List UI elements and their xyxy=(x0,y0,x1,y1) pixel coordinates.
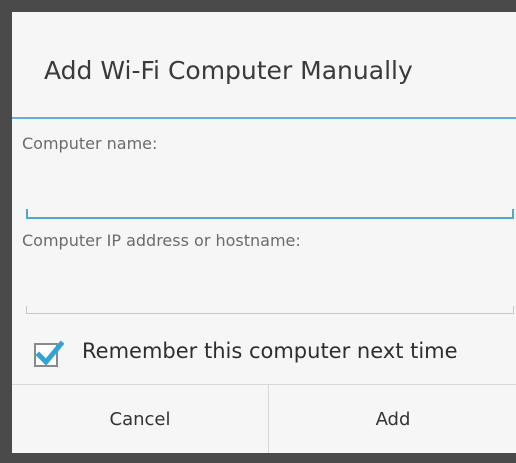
remember-label[interactable]: Remember this computer next time xyxy=(82,339,458,363)
button-separator xyxy=(268,385,269,453)
computer-ip-label: Computer IP address or hostname: xyxy=(22,231,301,250)
checkmark-icon xyxy=(35,340,64,366)
cancel-button[interactable]: Cancel xyxy=(12,385,268,453)
dialog-title: Add Wi-Fi Computer Manually xyxy=(44,56,413,85)
computer-name-label: Computer name: xyxy=(22,134,158,153)
computer-name-input[interactable] xyxy=(26,172,514,210)
add-wifi-computer-dialog: Add Wi-Fi Computer Manually Computer nam… xyxy=(12,12,516,453)
add-button[interactable]: Add xyxy=(270,385,516,453)
computer-ip-input[interactable] xyxy=(26,268,514,306)
title-divider xyxy=(12,117,516,119)
computer-name-underline xyxy=(26,209,514,219)
computer-ip-underline xyxy=(26,306,514,314)
remember-checkbox[interactable] xyxy=(34,340,64,367)
